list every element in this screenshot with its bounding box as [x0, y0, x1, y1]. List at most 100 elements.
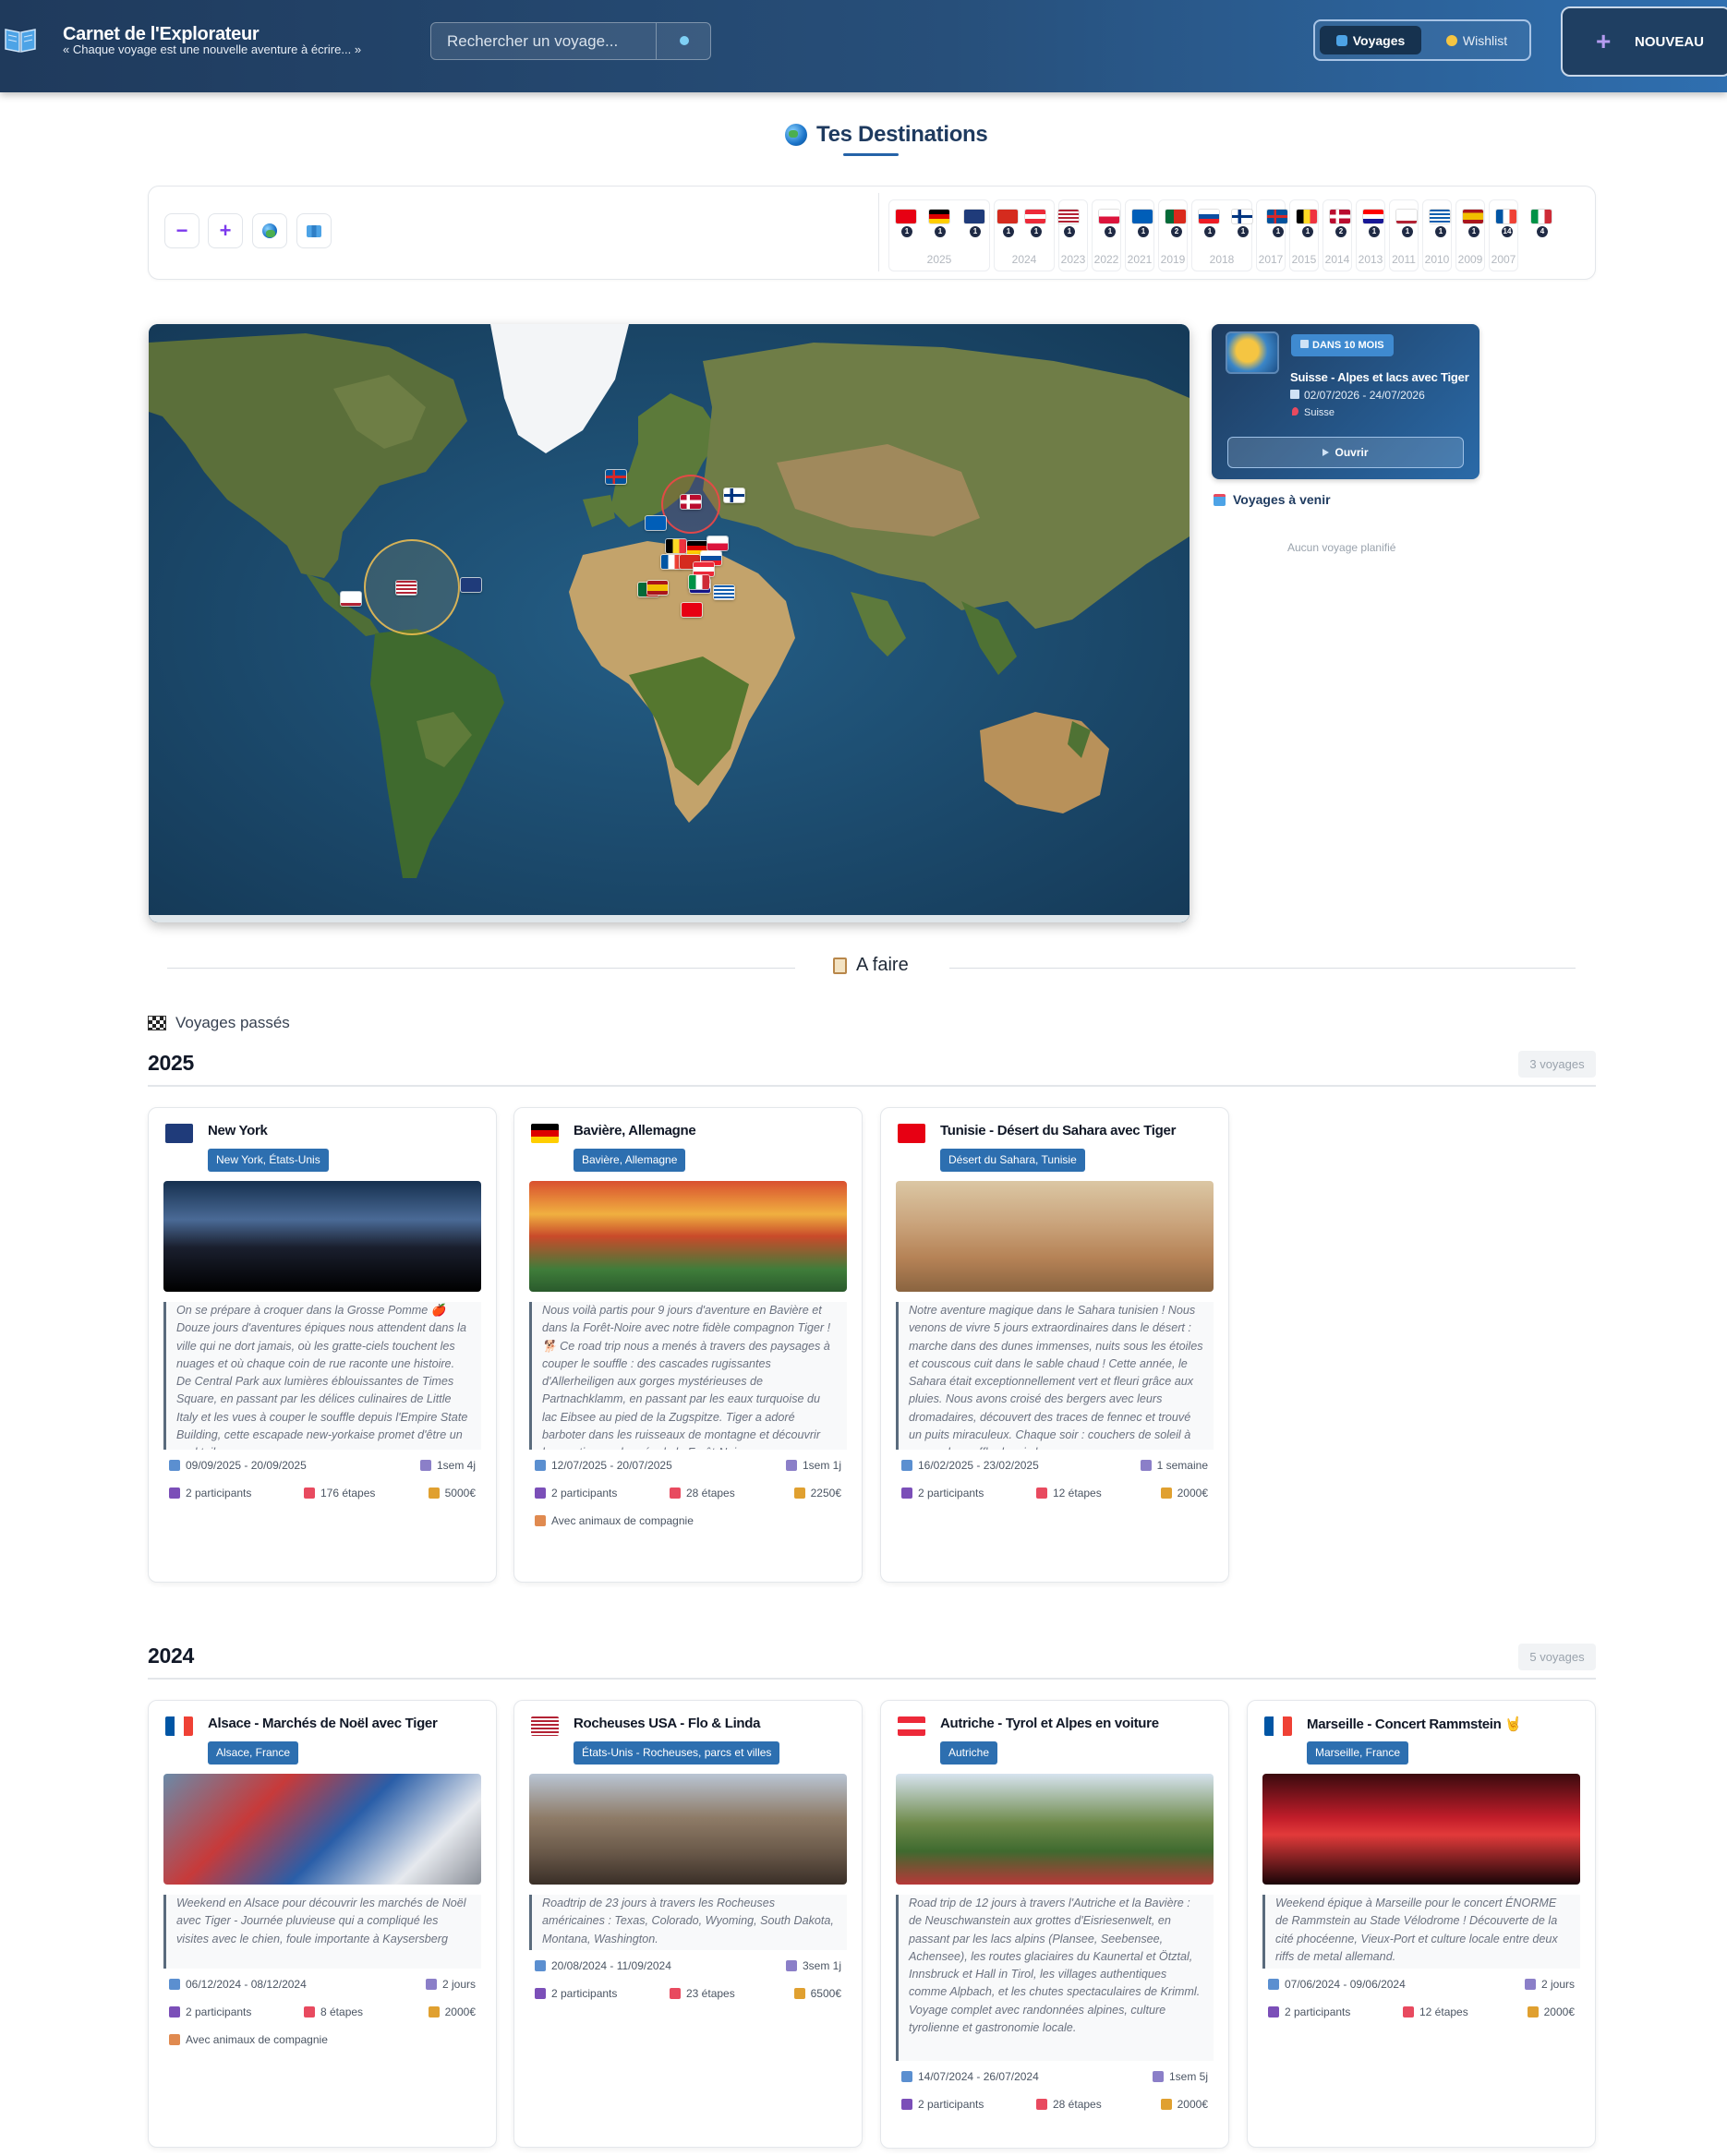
flag-icon: [1463, 210, 1483, 223]
map-flag-italy[interactable]: [689, 575, 709, 589]
timeline-flag-finland[interactable]: 1: [1225, 202, 1258, 239]
map-flag-new-york[interactable]: [461, 578, 481, 592]
meta-text: 07/06/2024 - 09/06/2024: [1285, 1978, 1406, 1991]
timeline-flag-norway[interactable]: 2: [1322, 202, 1356, 239]
map-flag-california[interactable]: [341, 592, 361, 606]
meta-text: 14/07/2024 - 26/07/2024: [918, 2070, 1039, 2083]
timeline-flag-croatia[interactable]: 1: [1356, 202, 1389, 239]
timeline-flag-slovakia[interactable]: 1: [1191, 202, 1225, 239]
trip-card[interactable]: Autriche - Tyrol et Alpes en voiture Autr…: [880, 1700, 1229, 2149]
timeline-flag-scotland[interactable]: 1: [1125, 202, 1158, 239]
trip-card[interactable]: New York New York, États-Unis On se prépar…: [148, 1107, 497, 1583]
location-tag: New York, États-Unis: [208, 1149, 329, 1172]
year-trip-count: 3 voyages: [1518, 1051, 1596, 1078]
trip-title: Rocheuses USA - Flo & Linda: [574, 1716, 761, 1731]
calendar-icon: [1214, 493, 1226, 506]
timeline-flag-austria[interactable]: 1: [1018, 202, 1051, 239]
trip-cover-image: [529, 1181, 847, 1292]
steps: 23 étapes: [670, 1987, 735, 2000]
timeline-flag-iceland[interactable]: 1: [1260, 202, 1293, 239]
calendar-icon: [535, 1460, 546, 1471]
flag-icon: [1058, 210, 1079, 223]
calendar-icon: [1268, 1979, 1279, 1990]
map-flag-spain[interactable]: [647, 581, 668, 595]
timeline-flag-tunisia[interactable]: 1: [888, 202, 922, 239]
map-flag-austria[interactable]: [694, 562, 714, 576]
timeline-flag-california[interactable]: 1: [1389, 202, 1422, 239]
map-view-button[interactable]: [296, 213, 332, 248]
trip-count-badge: 14: [1502, 226, 1513, 237]
map-flag-tunisia[interactable]: [682, 603, 702, 617]
open-trip-button[interactable]: Ouvrir: [1227, 437, 1464, 468]
globe-view-button[interactable]: [252, 213, 287, 248]
timeline-year-label: 2010: [1424, 253, 1450, 266]
paw-icon: [535, 1515, 546, 1526]
timeline-flag-greece[interactable]: 1: [1422, 202, 1455, 239]
moneybag-icon: [1160, 2099, 1172, 2110]
budget: 5000€: [428, 1487, 476, 1500]
trip-title: Tunisie - Désert du Sahara avec Tiger: [940, 1123, 1177, 1138]
trip-count-badge: 1: [1273, 226, 1284, 237]
steps: 8 étapes: [304, 2005, 363, 2018]
meta-text: 5000€: [444, 1487, 476, 1500]
app-subtitle: « Chaque voyage est une nouvelle aventur…: [63, 42, 362, 56]
trip-card[interactable]: Marseille - Concert Rammstein 🤘 Marseille…: [1247, 1700, 1596, 2148]
map-flag-iceland[interactable]: [606, 470, 626, 484]
search-input[interactable]: [431, 23, 655, 59]
meta-text: 176 étapes: [320, 1487, 376, 1500]
trip-title: Autriche - Tyrol et Alpes en voiture: [940, 1716, 1159, 1731]
steps: 176 étapes: [304, 1487, 375, 1500]
participants: 2 participants: [169, 1487, 251, 1500]
tab-wishlist[interactable]: Wishlist: [1426, 26, 1528, 54]
trip-card[interactable]: Rocheuses USA - Flo & Linda États-Unis - …: [513, 1700, 863, 2148]
participants: 2 participants: [535, 1987, 617, 2000]
timeline-flag-belgium[interactable]: 1: [1289, 202, 1322, 239]
tab-voyages[interactable]: Voyages: [1320, 26, 1421, 54]
zoom-out-button[interactable]: −: [164, 213, 199, 248]
countdown-badge: DANS 10 MOIS: [1291, 334, 1394, 356]
dates: 16/02/2025 - 23/02/2025: [901, 1459, 1039, 1472]
trip-card[interactable]: Tunisie - Désert du Sahara avec Tiger Dés…: [880, 1107, 1229, 1583]
stopwatch-icon: [785, 1460, 797, 1471]
new-trip-button[interactable]: + NOUVEAU: [1561, 6, 1727, 77]
meta-text: 2 participants: [551, 1987, 618, 2000]
trip-count-badge: 1: [1204, 226, 1215, 237]
dates: 14/07/2024 - 26/07/2024: [901, 2070, 1039, 2083]
meta-text: 2000€: [444, 2005, 476, 2018]
duration: 1 semaine: [1140, 1459, 1208, 1472]
map-flag-norway[interactable]: [681, 495, 701, 509]
trip-card[interactable]: Bavière, Allemagne Bavière, Allemagne Nous…: [513, 1107, 863, 1583]
map-flag-greece[interactable]: [714, 585, 734, 599]
participants: 2 participants: [901, 2098, 984, 2111]
timeline-flag-italy[interactable]: 4: [1524, 202, 1557, 239]
map-flag-usa[interactable]: [396, 581, 417, 595]
timeline-flag-new-york[interactable]: 1: [957, 202, 990, 239]
zoom-in-button[interactable]: +: [208, 213, 243, 248]
world-map[interactable]: [149, 324, 1190, 922]
upcoming-trip-card[interactable]: DANS 10 MOIS Suisse - Alpes et lacs avec…: [1212, 324, 1479, 479]
people-icon: [169, 2006, 180, 2017]
calendar-icon: [169, 1979, 180, 1990]
timeline-flag-france[interactable]: 14: [1489, 202, 1522, 239]
trip-cover-image: [163, 1774, 481, 1885]
search-button[interactable]: [656, 23, 711, 59]
map-flag-belgium[interactable]: [666, 539, 686, 553]
trip-cover-image: [896, 1181, 1214, 1292]
todo-section-toggle[interactable]: A faire: [827, 955, 914, 976]
meta-text: 2000€: [1177, 2098, 1208, 2111]
timeline-flag-spain[interactable]: 1: [1455, 202, 1489, 239]
map-flag-finland[interactable]: [724, 488, 744, 502]
timeline-flag-portugal[interactable]: 2: [1158, 202, 1191, 239]
timeline-flag-germany[interactable]: 1: [922, 202, 955, 239]
participants: 2 participants: [901, 1487, 984, 1500]
duration: 1sem 4j: [419, 1459, 476, 1472]
open-trip-label: Ouvrir: [1334, 446, 1369, 459]
map-flag-france[interactable]: [661, 555, 682, 569]
timeline-flag-poland[interactable]: 1: [1092, 202, 1125, 239]
map-flag-scotland[interactable]: [646, 516, 666, 530]
map-flag-poland[interactable]: [707, 536, 728, 550]
trip-card[interactable]: Alsace - Marchés de Noël avec Tiger Alsac…: [148, 1700, 497, 2148]
timeline-flag-usa[interactable]: 1: [1051, 202, 1084, 239]
timeline-year-label: 2013: [1358, 253, 1383, 266]
plus-icon: +: [1596, 27, 1612, 55]
